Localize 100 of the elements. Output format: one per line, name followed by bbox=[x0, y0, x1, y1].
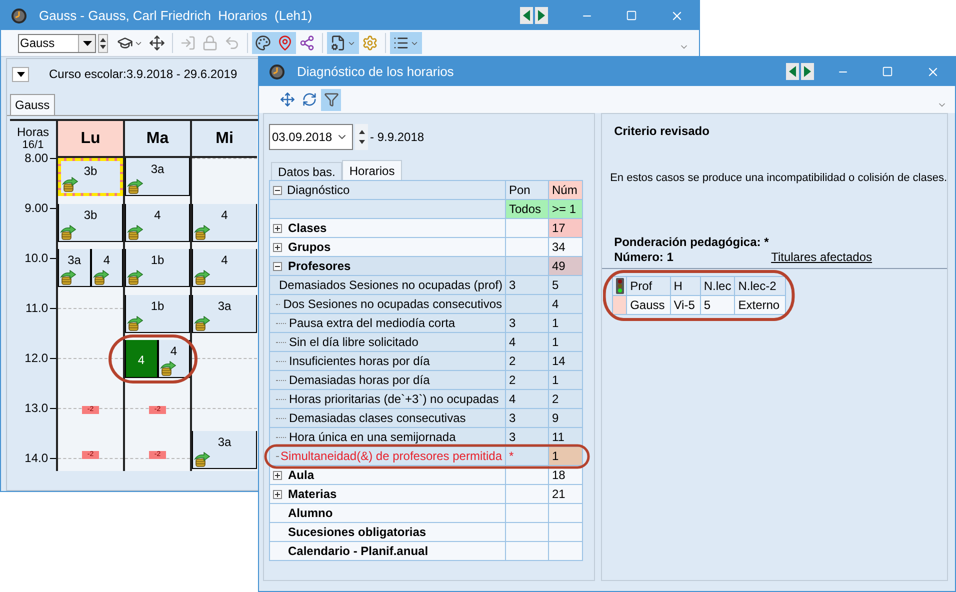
diagnostic-row[interactable]: Pausa extra del mediodía corta 3 1 bbox=[270, 314, 582, 332]
weight-value: 3 bbox=[509, 316, 516, 330]
diagnostic-row[interactable]: Calendario - Planif.anual bbox=[270, 542, 582, 560]
next-button[interactable] bbox=[801, 63, 814, 80]
dropdown-icon bbox=[82, 40, 92, 46]
coins-arrow-icon bbox=[92, 270, 108, 285]
maximize-icon bbox=[626, 10, 637, 21]
collapse-button[interactable] bbox=[12, 66, 29, 82]
spinner[interactable] bbox=[355, 124, 368, 150]
hours-header: Horas bbox=[16, 125, 49, 139]
next-button[interactable] bbox=[535, 7, 548, 24]
lesson-label: 4 bbox=[170, 344, 178, 358]
filter-icon bbox=[324, 92, 338, 107]
lesson-block[interactable]: 3b bbox=[58, 204, 123, 242]
lesson-block[interactable]: 3a bbox=[125, 158, 190, 196]
criterion-label: Insuficientes horas por día bbox=[289, 354, 430, 368]
column-header: Diagnóstico bbox=[287, 182, 350, 199]
collapse-icon[interactable] bbox=[273, 186, 282, 194]
criterion-label: Hora única en una semijornada bbox=[289, 430, 456, 444]
diagnostic-row[interactable]: Clases 17 bbox=[270, 218, 582, 238]
diagnostic-row[interactable]: Alumno bbox=[270, 504, 582, 522]
coins-arrow-icon bbox=[60, 270, 76, 285]
coins-arrow-icon bbox=[127, 179, 143, 194]
collapse-icon[interactable] bbox=[273, 262, 282, 270]
previous-button[interactable] bbox=[520, 7, 533, 24]
traffic-light-icon bbox=[616, 278, 624, 294]
category-label: Alumno bbox=[288, 505, 333, 522]
weight-value: 2 bbox=[509, 354, 516, 368]
diagnostic-row[interactable]: Insuficientes horas por día 2 14 bbox=[270, 352, 582, 370]
enter-icon bbox=[180, 35, 196, 51]
affected-link[interactable]: Titulares afectados bbox=[771, 250, 872, 264]
date-field[interactable]: 03.09.2018 bbox=[269, 124, 353, 150]
diagnostic-row[interactable]: Demasiadas horas por día 2 1 bbox=[270, 370, 582, 390]
column-header: N.lec-2 bbox=[738, 278, 776, 292]
lesson-block[interactable]: 4 bbox=[125, 204, 190, 242]
tab[interactable]: Horarios bbox=[342, 160, 402, 180]
weight-value: 2 bbox=[509, 373, 516, 387]
diagnostic-row[interactable]: Materias 21 bbox=[270, 484, 582, 504]
count-value: 17 bbox=[552, 221, 566, 235]
lock-icon bbox=[202, 35, 218, 51]
lesson-block[interactable]: 3a bbox=[192, 294, 257, 332]
column-header: H bbox=[674, 278, 682, 292]
count-value: 1 bbox=[552, 335, 559, 349]
day-header[interactable]: Mi bbox=[192, 121, 257, 158]
diagnostic-row[interactable]: Horas prioritarias (de`+3`) no ocupadas 4 2 bbox=[270, 390, 582, 408]
undo-icon bbox=[224, 35, 240, 51]
criterion-label: Horas prioritarias (de`+3`) no ocupadas bbox=[289, 392, 499, 406]
filter-value: Todos bbox=[509, 202, 542, 216]
category-label: Aula bbox=[288, 467, 314, 484]
teacher-combo[interactable]: Gauss bbox=[18, 34, 96, 52]
toolbar-button[interactable] bbox=[390, 32, 422, 54]
criterion-label: Pausa extra del mediodía corta bbox=[289, 316, 456, 330]
day-header[interactable]: Ma bbox=[125, 121, 190, 158]
lesson-block[interactable]: 4 bbox=[192, 249, 257, 287]
expand-icon[interactable] bbox=[273, 470, 282, 480]
diagnostic-row[interactable]: Grupos 34 bbox=[270, 238, 582, 256]
category-label: Clases bbox=[288, 220, 327, 237]
tab[interactable]: Datos bas. bbox=[271, 162, 342, 180]
criterion-label: Demasiadas clases consecutivas bbox=[289, 411, 466, 425]
section-title: Criterio revisado bbox=[614, 123, 710, 140]
category-label: Grupos bbox=[288, 239, 331, 256]
diagnostic-row[interactable]: Demasiadas clases consecutivas 3 9 bbox=[270, 408, 582, 428]
spinner[interactable] bbox=[98, 34, 108, 52]
toolbar-button[interactable] bbox=[327, 32, 359, 54]
diagnostic-row[interactable]: Dos Sesiones no ocupadas consecutivos 4 bbox=[270, 294, 582, 314]
diagnostic-row[interactable]: Sin el día libre solicitado 4 1 bbox=[270, 332, 582, 352]
lesson-block[interactable]: 4 bbox=[192, 204, 257, 242]
lesson-block[interactable]: 4 bbox=[125, 340, 158, 378]
lesson-block[interactable]: 3a bbox=[192, 431, 257, 469]
triangle-right-icon bbox=[804, 66, 811, 77]
expand-icon[interactable] bbox=[273, 242, 282, 252]
lesson-block[interactable]: 1b bbox=[125, 249, 190, 287]
filter-value: >= 1 bbox=[552, 202, 576, 216]
count-value: 2 bbox=[552, 392, 559, 406]
day-header[interactable]: Lu bbox=[58, 121, 123, 158]
gear-icon bbox=[362, 35, 378, 51]
column-header: N.lec bbox=[704, 278, 732, 292]
toolbar-button[interactable] bbox=[252, 32, 274, 54]
lesson-block[interactable]: 1b bbox=[125, 294, 190, 332]
expand-icon[interactable] bbox=[273, 224, 282, 232]
window-title: Diagnóstico de los horarios bbox=[297, 62, 454, 81]
coins-arrow-icon bbox=[127, 270, 143, 285]
table-cell: Gauss bbox=[630, 298, 665, 312]
tab[interactable]: Gauss bbox=[10, 94, 55, 115]
category-label: Materias bbox=[288, 486, 337, 503]
previous-button[interactable] bbox=[786, 63, 799, 80]
lesson-block[interactable]: 4 bbox=[90, 249, 123, 287]
lesson-block[interactable]: 3a bbox=[58, 249, 90, 287]
toolbar-button[interactable] bbox=[321, 88, 341, 110]
count-value: 1 bbox=[552, 373, 559, 387]
diagnostic-row[interactable]: Sucesiones obligatorias bbox=[270, 522, 582, 542]
diagnostic-row[interactable]: Profesores 49 bbox=[270, 256, 582, 276]
diagnostic-row[interactable]: Demasiados Sesiones no ocupadas (prof) 3 5 bbox=[270, 276, 582, 294]
lesson-block[interactable]: 3b bbox=[58, 158, 123, 196]
expand-icon[interactable] bbox=[273, 490, 282, 498]
hour-label: 13.0 bbox=[24, 401, 48, 415]
lesson-block[interactable]: 4 bbox=[158, 340, 190, 378]
coins-arrow-icon bbox=[194, 270, 210, 285]
coins-arrow-icon bbox=[127, 224, 143, 240]
clock-icon bbox=[11, 8, 27, 24]
